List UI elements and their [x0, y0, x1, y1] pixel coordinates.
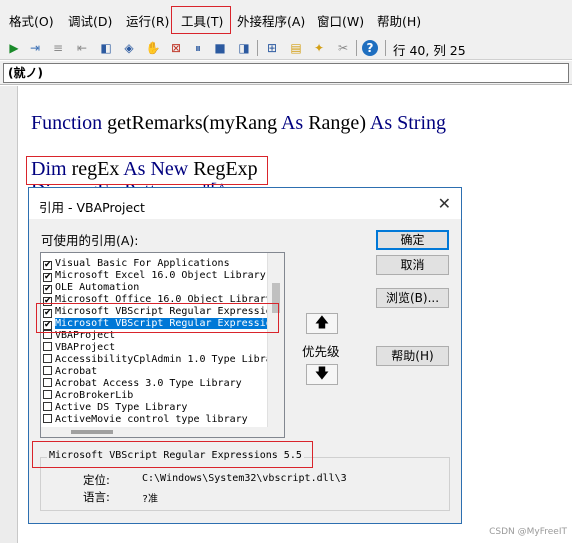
reference-item[interactable]: Acrobat Access 3.0 Type Library [43, 378, 283, 390]
checkbox-unchecked[interactable] [43, 402, 52, 411]
properties-icon[interactable]: ▤ [288, 40, 304, 56]
reference-item[interactable]: Active DS Type Library [43, 402, 283, 414]
menu-debug[interactable]: 调试(D) [68, 11, 112, 30]
reference-item[interactable]: ActiveMovie control type library [43, 414, 283, 426]
step-into-icon[interactable]: ⇥ [27, 40, 43, 56]
checkbox-unchecked[interactable] [43, 354, 52, 363]
reference-label: VBAProject [55, 342, 116, 353]
reference-item[interactable]: ✔ Visual Basic For Applications [43, 258, 283, 270]
menu-addins[interactable]: 外接程序(A) [237, 11, 305, 30]
priority-label: 优先级 [302, 344, 340, 359]
help-button[interactable]: 帮助(H) [376, 346, 449, 366]
list-vertical-scrollbar[interactable] [267, 253, 284, 437]
break-icon[interactable]: ⊠ [168, 40, 184, 56]
arrow-down-icon: 🡇 [314, 366, 330, 382]
menu-format[interactable]: 格式(O) [9, 11, 54, 30]
code-keyword: As [280, 112, 304, 134]
reference-label: Microsoft Excel 16.0 Object Library [55, 270, 266, 281]
ok-button[interactable]: 确定 [376, 230, 449, 250]
reference-label: Acrobat [55, 366, 98, 377]
reference-item[interactable]: AccessibilityCplAdmin 1.0 Type Library [43, 354, 283, 366]
quick-watch-icon[interactable]: ◈ [121, 40, 137, 56]
available-references-label: 可使用的引用(A): [41, 233, 139, 248]
code-text: getRemarks(myRang [102, 112, 281, 134]
dialog-title-bar: 引用 - VBAProject ✕ [29, 188, 461, 219]
reference-label: OLE Automation [55, 282, 140, 293]
references-list[interactable]: ✔ Visual Basic For Applications ✔ Microsof… [40, 252, 285, 438]
checkbox-unchecked[interactable] [43, 378, 52, 387]
menu-window[interactable]: 窗口(W) [317, 11, 364, 30]
reference-label: Acrobat Access 3.0 Type Library [55, 378, 242, 389]
language-label: 语言: [83, 490, 110, 504]
help-icon[interactable]: ? [362, 40, 378, 56]
toolbar-separator [385, 40, 386, 56]
references-dialog: 引用 - VBAProject ✕ 可使用的引用(A): ✔ Visual Bas… [28, 187, 462, 524]
scroll-thumb[interactable] [71, 430, 113, 434]
run-icon[interactable]: ▶ [6, 40, 22, 56]
cursor-position: 行 40, 列 25 [393, 43, 466, 58]
project-explorer-icon[interactable]: ⊞ [264, 40, 280, 56]
reference-item[interactable]: VBAProject [43, 342, 283, 354]
priority-up-button[interactable]: 🡅 [306, 313, 338, 334]
object-browser-icon[interactable]: ✦ [311, 40, 327, 56]
selected-reference-highlight [32, 441, 313, 468]
step-over-icon[interactable]: ≡ [50, 40, 66, 56]
code-keyword: As String [369, 112, 446, 134]
code-keyword: Function [31, 112, 103, 134]
location-label: 定位: [83, 473, 110, 487]
priority-down-button[interactable]: 🡇 [306, 364, 338, 385]
reference-item[interactable]: AcroBrokerLib [43, 390, 283, 402]
vbscript-references-highlight [36, 303, 279, 333]
toolbar-separator [356, 40, 357, 56]
step-out-icon[interactable]: ⇤ [74, 40, 90, 56]
code-margin [0, 86, 18, 543]
reference-label: AccessibilityCplAdmin 1.0 Type Library [55, 354, 283, 365]
close-icon[interactable]: ✕ [438, 194, 451, 213]
checkbox-checked[interactable]: ✔ [43, 273, 52, 282]
toggle-breakpoint-icon[interactable]: ◧ [98, 40, 114, 56]
reference-label: Visual Basic For Applications [55, 258, 230, 269]
checkbox-unchecked[interactable] [43, 342, 52, 351]
cancel-button[interactable]: 取消 [376, 255, 449, 275]
object-combo[interactable]: (就ノ) [3, 63, 569, 83]
checkbox-checked[interactable]: ✔ [43, 285, 52, 294]
reference-label: ActiveMovie control type library [55, 414, 248, 425]
location-value: C:\Windows\System32\vbscript.dll\3 [142, 473, 347, 484]
stop-icon[interactable]: ■ [212, 40, 228, 56]
reference-label: Active DS Type Library [55, 402, 188, 413]
list-horizontal-scrollbar[interactable] [41, 427, 269, 437]
reference-item[interactable]: Acrobat [43, 366, 283, 378]
toolbar: ▶ ⇥ ≡ ⇤ ◧ ◈ ✋ ⊠ ⏸ ■ ◨ ⊞ ▤ ✦ ✂ ? 行 40, 列 … [0, 36, 572, 60]
object-combo-strip: (就ノ) [0, 61, 572, 85]
reference-item[interactable]: ✔ Microsoft Excel 16.0 Object Library [43, 270, 283, 282]
menu-run[interactable]: 运行(R) [126, 11, 169, 30]
reference-item[interactable]: ✔ OLE Automation [43, 282, 283, 294]
browse-button[interactable]: 浏览(B)... [376, 288, 449, 308]
code-line-function[interactable]: Function getRemarks(myRang As Range) As … [31, 112, 446, 135]
design-mode-icon[interactable]: ◨ [236, 40, 252, 56]
reference-label: AcroBrokerLib [55, 390, 134, 401]
checkbox-unchecked[interactable] [43, 414, 52, 423]
menu-bar: 格式(O) 调试(D) 运行(R) 工具(T) 外接程序(A) 窗口(W) 帮助… [0, 0, 572, 36]
pause-icon[interactable]: ⏸ [190, 40, 206, 56]
dim-line-highlight [26, 156, 268, 185]
hand-icon[interactable]: ✋ [145, 40, 161, 56]
menu-help[interactable]: 帮助(H) [377, 11, 421, 30]
toolbar-separator [257, 40, 258, 56]
dialog-title: 引用 - VBAProject [39, 200, 145, 215]
checkbox-unchecked[interactable] [43, 390, 52, 399]
checkbox-unchecked[interactable] [43, 366, 52, 375]
toolbox-icon[interactable]: ✂ [335, 40, 351, 56]
watermark: CSDN @MyFreeIT [489, 527, 567, 537]
arrow-up-icon: 🡅 [314, 315, 330, 331]
language-value: ?准 [142, 494, 159, 505]
tools-menu-highlight [171, 6, 231, 34]
code-text: Range) [303, 112, 370, 134]
checkbox-checked[interactable]: ✔ [43, 261, 52, 270]
